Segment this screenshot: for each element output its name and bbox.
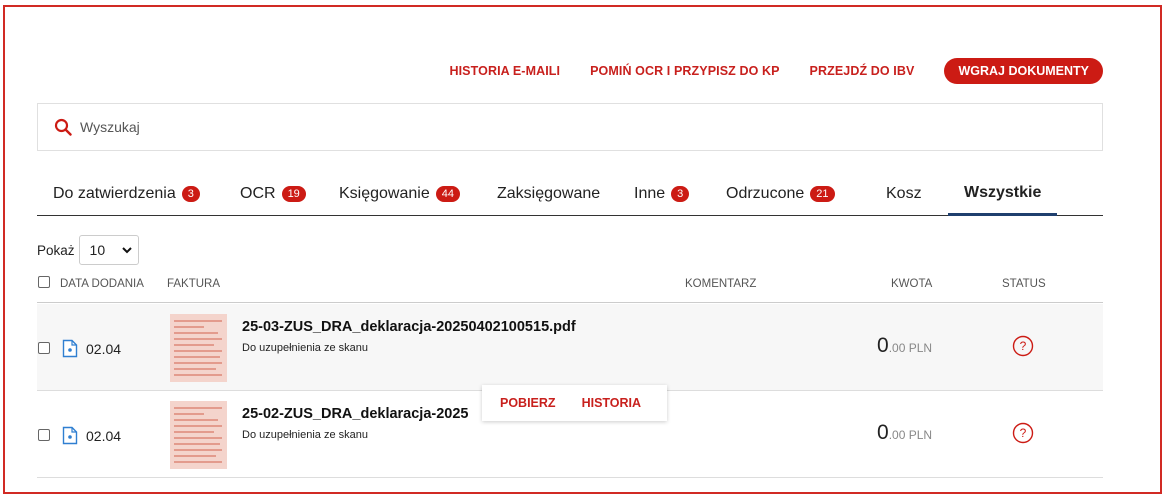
page-size-select[interactable]: 10 — [78, 235, 139, 265]
history-menu-item[interactable]: HISTORIA — [582, 396, 642, 410]
status-tabs: Do zatwierdzenia 3 OCR 19 Księgowanie 44… — [37, 172, 1103, 216]
tab-ocr[interactable]: OCR 19 — [240, 172, 306, 215]
upload-documents-button[interactable]: WGRAJ DOKUMENTY — [944, 58, 1103, 84]
go-ibv-link[interactable]: PRZEJDŹ DO IBV — [810, 64, 915, 78]
status-question-icon[interactable]: ? — [1012, 335, 1034, 357]
tab-zaksiegowane[interactable]: Zaksięgowane — [497, 172, 600, 215]
row-checkbox[interactable] — [38, 429, 50, 441]
tab-ksiegowanie[interactable]: Księgowanie 44 — [339, 172, 460, 215]
search-input[interactable] — [80, 119, 980, 135]
tab-label: Do zatwierdzenia — [53, 184, 176, 202]
count-badge: 3 — [671, 185, 690, 202]
status-text: ? — [1020, 339, 1027, 353]
email-history-link[interactable]: HISTORIA E-MAILI — [449, 64, 560, 78]
row-checkbox[interactable] — [38, 342, 50, 354]
file-icon[interactable] — [62, 339, 78, 358]
table-header: DATA DODANIA FAKTURA KOMENTARZ KWOTA STA… — [37, 270, 1103, 303]
amount-decimal: .00 PLN — [888, 428, 933, 442]
action-bar: HISTORIA E-MAILI POMIŃ OCR I PRZYPISZ DO… — [419, 58, 1103, 84]
chevron-down-icon — [121, 246, 132, 253]
status-question-icon[interactable]: ? — [1012, 422, 1034, 444]
count-badge: 3 — [181, 185, 200, 202]
tab-do-zatwierdzenia[interactable]: Do zatwierdzenia 3 — [53, 172, 200, 215]
column-header-amount[interactable]: KWOTA — [891, 278, 932, 290]
document-thumbnail[interactable] — [170, 314, 227, 382]
select-all-checkbox[interactable] — [38, 276, 50, 288]
document-subtitle: Do uzupełnienia ze skanu — [242, 342, 368, 354]
tab-odrzucone[interactable]: Odrzucone 21 — [726, 172, 835, 215]
document-title[interactable]: 25-03-ZUS_DRA_deklaracja-20250402100515.… — [242, 319, 576, 335]
tab-label: Zaksięgowane — [497, 184, 601, 202]
search-icon[interactable] — [54, 118, 72, 136]
amount-integer: 0 — [877, 421, 889, 444]
tab-kosz[interactable]: Kosz — [886, 172, 922, 215]
page-size-value: 10 — [89, 242, 106, 258]
skip-ocr-link[interactable]: POMIŃ OCR I PRZYPISZ DO KP — [590, 64, 779, 78]
count-badge: 19 — [281, 185, 306, 202]
document-title[interactable]: 25-02-ZUS_DRA_deklaracja-2025 — [242, 406, 469, 422]
row-context-menu: POBIERZ HISTORIA — [482, 385, 667, 421]
tab-inne[interactable]: Inne 3 — [634, 172, 690, 215]
tab-label: Księgowanie — [339, 184, 430, 202]
page-size-control: Pokaż 10 — [37, 235, 139, 265]
tab-wszystkie[interactable]: Wszystkie — [948, 172, 1058, 216]
column-header-invoice[interactable]: FAKTURA — [167, 278, 220, 290]
document-thumbnail[interactable] — [170, 401, 227, 469]
amount-integer: 0 — [877, 334, 889, 357]
amount-decimal: .00 PLN — [888, 341, 933, 355]
document-subtitle: Do uzupełnienia ze skanu — [242, 429, 368, 441]
row-date: 02.04 — [86, 341, 122, 357]
page-size-label: Pokaż — [37, 242, 75, 258]
count-badge: 21 — [810, 185, 835, 202]
download-menu-item[interactable]: POBIERZ — [500, 396, 556, 410]
column-header-status[interactable]: STATUS — [1002, 278, 1046, 290]
amount-value: 0.00 PLN — [877, 334, 932, 358]
tab-label: Odrzucone — [726, 184, 805, 202]
column-header-date[interactable]: DATA DODANIA — [60, 278, 144, 290]
tab-label: Wszystkie — [964, 183, 1042, 201]
tab-label: OCR — [240, 184, 276, 202]
status-text: ? — [1020, 426, 1027, 440]
count-badge: 44 — [435, 185, 460, 202]
row-date: 02.04 — [86, 428, 122, 444]
tab-label: Kosz — [886, 184, 922, 202]
file-icon[interactable] — [62, 426, 78, 445]
amount-value: 0.00 PLN — [877, 421, 932, 445]
search-bar — [37, 103, 1103, 151]
column-header-comment[interactable]: KOMENTARZ — [685, 278, 756, 290]
tab-label: Inne — [634, 184, 666, 202]
table-row[interactable]: 02.04 25-03-ZUS_DRA_deklaracja-202504021… — [37, 304, 1103, 391]
